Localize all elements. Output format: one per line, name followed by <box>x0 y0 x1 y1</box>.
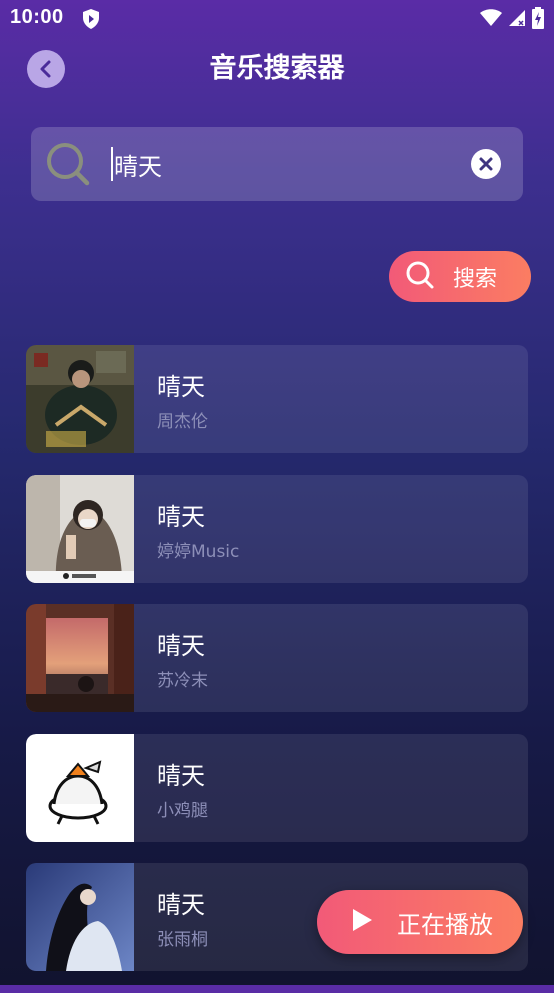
song-title: 晴天 <box>157 632 205 660</box>
song-title: 晴天 <box>157 373 205 401</box>
search-input[interactable] <box>111 147 454 181</box>
song-artist: 周杰伦 <box>157 412 208 432</box>
now-playing-button[interactable]: 正在播放 <box>317 890 523 954</box>
song-artist: 苏冷末 <box>157 671 208 691</box>
song-artist: 婷婷Music <box>157 541 240 562</box>
signal-icon <box>508 9 526 31</box>
search-button[interactable]: 搜索 <box>389 251 531 302</box>
album-cover <box>26 474 134 583</box>
album-cover <box>26 733 134 842</box>
album-cover <box>26 604 134 712</box>
status-time: 10:00 <box>10 6 64 28</box>
shield-icon <box>82 8 100 34</box>
play-icon <box>351 908 373 936</box>
battery-icon <box>532 7 544 33</box>
page-title: 音乐搜索器 <box>209 53 345 84</box>
song-item[interactable]: 晴天 苏冷末 <box>26 604 528 712</box>
song-title: 晴天 <box>157 891 205 919</box>
album-cover <box>26 345 134 453</box>
search-box[interactable] <box>31 127 523 201</box>
search-icon <box>405 260 435 294</box>
song-title: 晴天 <box>157 502 205 531</box>
search-icon <box>45 141 91 191</box>
song-item[interactable]: 晴天 婷婷Music <box>26 474 528 583</box>
song-artist: 小鸡腿 <box>157 800 208 821</box>
album-cover <box>26 863 134 971</box>
wifi-icon <box>480 9 502 31</box>
clear-search-button[interactable] <box>471 149 501 179</box>
now-playing-label: 正在播放 <box>397 910 493 939</box>
song-artist: 张雨桐 <box>157 930 208 950</box>
song-item[interactable]: 晴天 周杰伦 <box>26 345 528 453</box>
close-icon <box>479 157 493 171</box>
search-button-label: 搜索 <box>453 266 498 292</box>
status-bar: 10:00 <box>0 0 554 38</box>
song-title: 晴天 <box>157 761 205 790</box>
song-item[interactable]: 晴天 小鸡腿 <box>26 733 528 842</box>
